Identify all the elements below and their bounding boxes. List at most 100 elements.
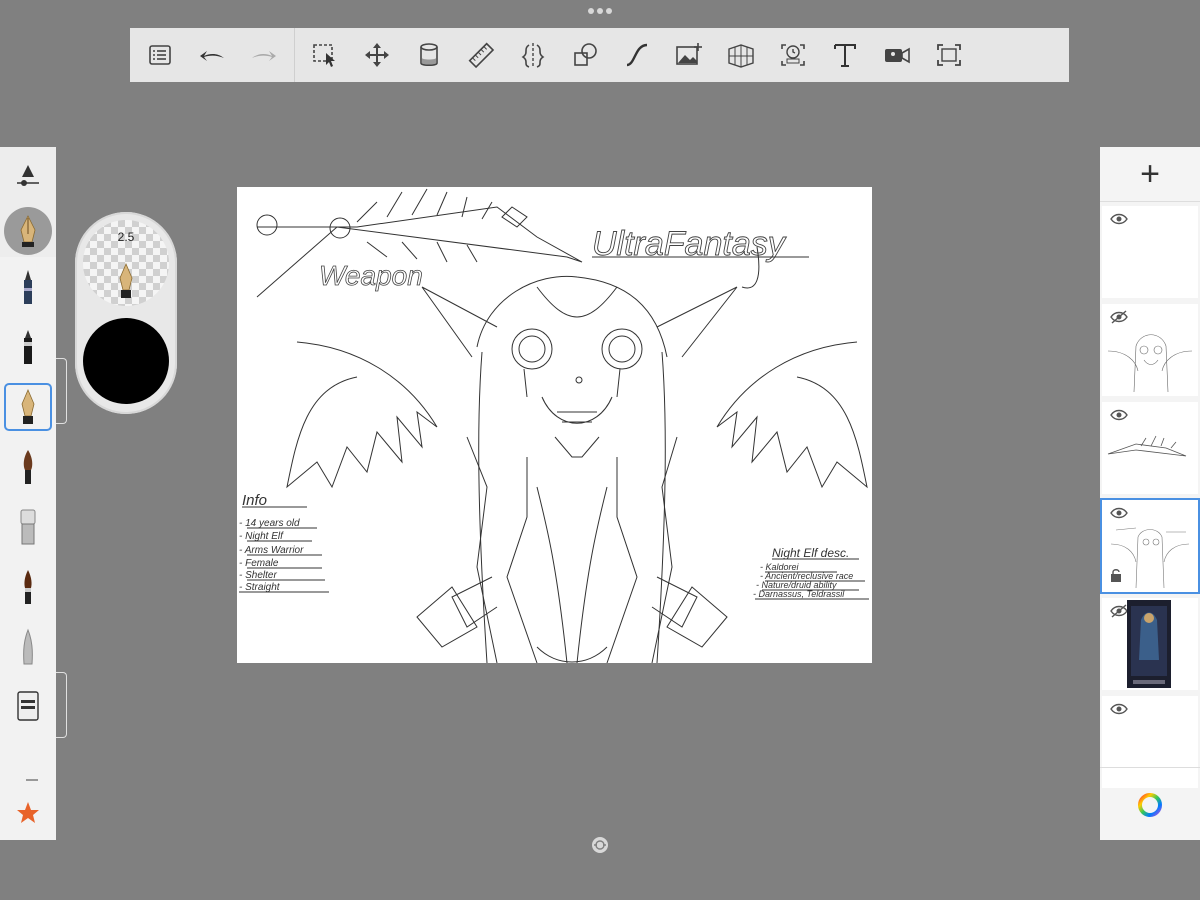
brush-ballpoint[interactable] — [0, 317, 56, 377]
weapon-label: Weapon — [319, 260, 423, 291]
brush-properties-icon[interactable] — [15, 163, 41, 189]
ink-brush-icon — [24, 570, 32, 604]
list-icon — [149, 45, 171, 65]
brush-airbrush[interactable] — [0, 677, 56, 737]
elf-title: Night Elf desc. — [772, 546, 849, 560]
fountain-pen-icon — [20, 215, 36, 247]
text-icon — [834, 44, 856, 67]
layer-thumbnail — [1107, 334, 1193, 392]
chisel-brush-icon — [20, 509, 36, 545]
brush-palette — [0, 147, 56, 840]
perspective-button[interactable] — [715, 28, 767, 82]
symmetry-icon — [521, 43, 545, 68]
character-head — [421, 275, 738, 664]
transform-button[interactable] — [351, 28, 403, 82]
technical-pen-icon — [24, 270, 32, 304]
symmetry-button[interactable] — [507, 28, 559, 82]
time-lapse-button[interactable] — [767, 28, 819, 82]
info-line-5: - Shelter — [239, 570, 277, 581]
ballpoint-pen-icon — [24, 330, 32, 364]
undo-button[interactable] — [186, 28, 238, 82]
info-line-4: - Female — [239, 558, 279, 569]
brush-ink[interactable] — [0, 557, 56, 617]
color-editor-button[interactable] — [1100, 767, 1200, 841]
curve-button[interactable] — [611, 28, 663, 82]
add-image-button[interactable] — [663, 28, 715, 82]
text-button[interactable] — [819, 28, 871, 82]
add-layer-button[interactable]: + — [1100, 147, 1200, 202]
layer-5[interactable] — [1102, 598, 1198, 690]
bucket-icon — [420, 43, 438, 67]
star-icon — [17, 802, 39, 823]
current-brush-indicator[interactable] — [4, 207, 52, 255]
character-body — [416, 436, 728, 664]
fullscreen-button[interactable] — [923, 28, 975, 82]
record-button[interactable] — [871, 28, 923, 82]
eye-hidden-icon[interactable] — [1110, 310, 1128, 324]
info-line-6: - Straight — [239, 582, 281, 593]
eye-icon[interactable] — [1110, 212, 1128, 226]
redo-icon — [252, 51, 276, 61]
paintbrush-icon — [23, 450, 33, 484]
shape-button[interactable] — [559, 28, 611, 82]
fountain-pen-icon — [119, 262, 133, 298]
layer-2[interactable] — [1102, 304, 1198, 396]
fullscreen-icon — [937, 44, 961, 66]
selection-button[interactable] — [299, 28, 351, 82]
layer-1[interactable] — [1102, 206, 1198, 298]
brush-paintbrush[interactable] — [0, 437, 56, 497]
info-line-2: - Night Elf — [239, 531, 284, 542]
ruler-icon — [468, 42, 495, 69]
color-wheel-icon — [1138, 792, 1162, 817]
pencil-tip-icon — [23, 628, 33, 665]
info-line-1: - 14 years old — [239, 518, 300, 529]
ruler-button[interactable] — [455, 28, 507, 82]
info-notes: Info - 14 years old - Night Elf - Arms W… — [239, 492, 329, 593]
selection-icon — [313, 44, 335, 67]
character-wings — [286, 341, 868, 489]
brush-palette-divider — [26, 779, 38, 781]
elf-line-4: - Darnassus, Teldrassil — [753, 589, 845, 599]
redo-button[interactable] — [238, 28, 290, 82]
brush-color-swatch[interactable] — [83, 318, 169, 404]
brush-chisel[interactable] — [0, 497, 56, 557]
airbrush-icon — [17, 691, 39, 721]
curve-icon — [626, 43, 648, 67]
info-title: Info — [242, 492, 267, 509]
brush-technical-pen[interactable] — [0, 257, 56, 317]
brush-palette-tab-1[interactable] — [56, 358, 67, 424]
toolbar-divider — [294, 28, 295, 82]
eye-icon[interactable] — [1110, 506, 1128, 520]
drawing-canvas[interactable]: UltraFantasy Weapon Info - 14 years old … — [237, 187, 872, 664]
more-dots[interactable] — [588, 8, 612, 16]
layer-4[interactable] — [1100, 498, 1200, 594]
fill-button[interactable] — [403, 28, 455, 82]
move-icon — [365, 43, 389, 67]
reference-image-thumbnail — [1127, 600, 1171, 688]
lock-icon[interactable] — [1110, 568, 1122, 582]
character-sketch: UltraFantasy Weapon Info - 14 years old … — [239, 188, 869, 664]
brush-palette-header — [0, 147, 56, 257]
layer-thumbnail — [1107, 435, 1187, 457]
favorites-star-button[interactable] — [0, 795, 56, 831]
main-toolbar — [130, 28, 1069, 82]
layer-editor: + — [1100, 147, 1200, 840]
eye-icon[interactable] — [1110, 702, 1128, 716]
brush-palette-tab-2[interactable] — [56, 672, 67, 738]
timelapse-icon — [781, 44, 805, 66]
perspective-grid-icon — [728, 44, 754, 68]
eye-icon[interactable] — [1110, 408, 1128, 422]
brush-soft-pencil[interactable] — [0, 617, 56, 677]
elf-notes: Night Elf desc. - Kaldorei - Ancient/rec… — [753, 546, 869, 600]
eye-hidden-icon[interactable] — [1110, 604, 1128, 618]
undo-icon — [200, 51, 224, 61]
layer-3[interactable] — [1102, 402, 1198, 494]
brush-size-control[interactable]: 2.5 — [83, 220, 169, 306]
brush-puck: 2.5 — [75, 212, 177, 414]
video-camera-icon — [885, 47, 910, 64]
layers-list-button[interactable] — [134, 28, 186, 82]
info-line-3: - Arms Warrior — [239, 545, 304, 556]
image-icon — [676, 43, 702, 65]
canvas-reset-handle[interactable] — [590, 835, 610, 855]
brush-fountain-pen[interactable] — [0, 377, 56, 437]
